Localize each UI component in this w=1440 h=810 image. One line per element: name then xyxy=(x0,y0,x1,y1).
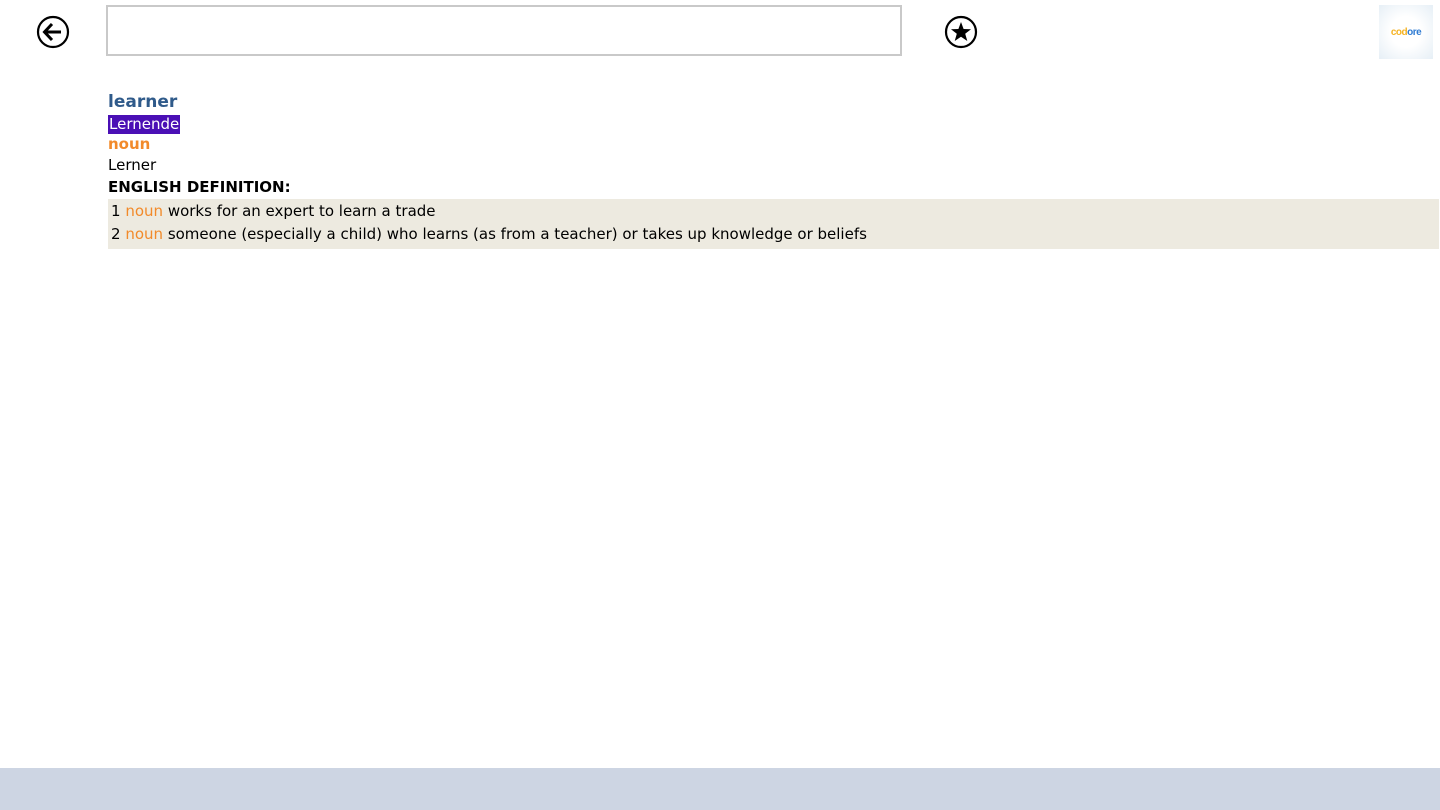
definition-text: works for an expert to learn a trade xyxy=(167,202,436,220)
definition-number: 1 xyxy=(111,202,121,220)
back-button[interactable] xyxy=(36,15,70,49)
definition-pos: noun xyxy=(125,225,164,243)
dictionary-entry: learner Lernende noun Lerner ENGLISH DEF… xyxy=(108,92,1439,249)
definition-pos: noun xyxy=(125,202,164,220)
definition-item: 1 noun works for an expert to learn a tr… xyxy=(111,200,1439,223)
translation-highlight: Lernende xyxy=(108,115,181,134)
definition-text: someone (especially a child) who learns … xyxy=(167,225,867,243)
headword: learner xyxy=(108,92,178,112)
bottom-app-bar[interactable] xyxy=(0,768,1440,810)
definition-heading: ENGLISH DEFINITION: xyxy=(108,178,291,196)
translation-alt: Lerner xyxy=(108,156,157,174)
definition-item: 2 noun someone (especially a child) who … xyxy=(111,223,1439,246)
logo-text-part1: cod xyxy=(1390,26,1408,38)
star-circle-icon xyxy=(944,15,978,49)
part-of-speech: noun xyxy=(108,135,151,153)
arrow-left-circle-icon xyxy=(36,15,70,49)
search-input[interactable] xyxy=(106,5,902,56)
dictionary-page: cod ore learner Lernende noun Lerner ENGL… xyxy=(0,0,1440,810)
definition-number: 2 xyxy=(111,225,121,243)
app-logo: cod ore xyxy=(1379,5,1433,59)
definition-list: 1 noun works for an expert to learn a tr… xyxy=(108,199,1439,249)
favorite-button[interactable] xyxy=(944,15,978,49)
logo-text-part2: ore xyxy=(1407,26,1422,38)
translation-row: Lernende xyxy=(108,113,1439,134)
